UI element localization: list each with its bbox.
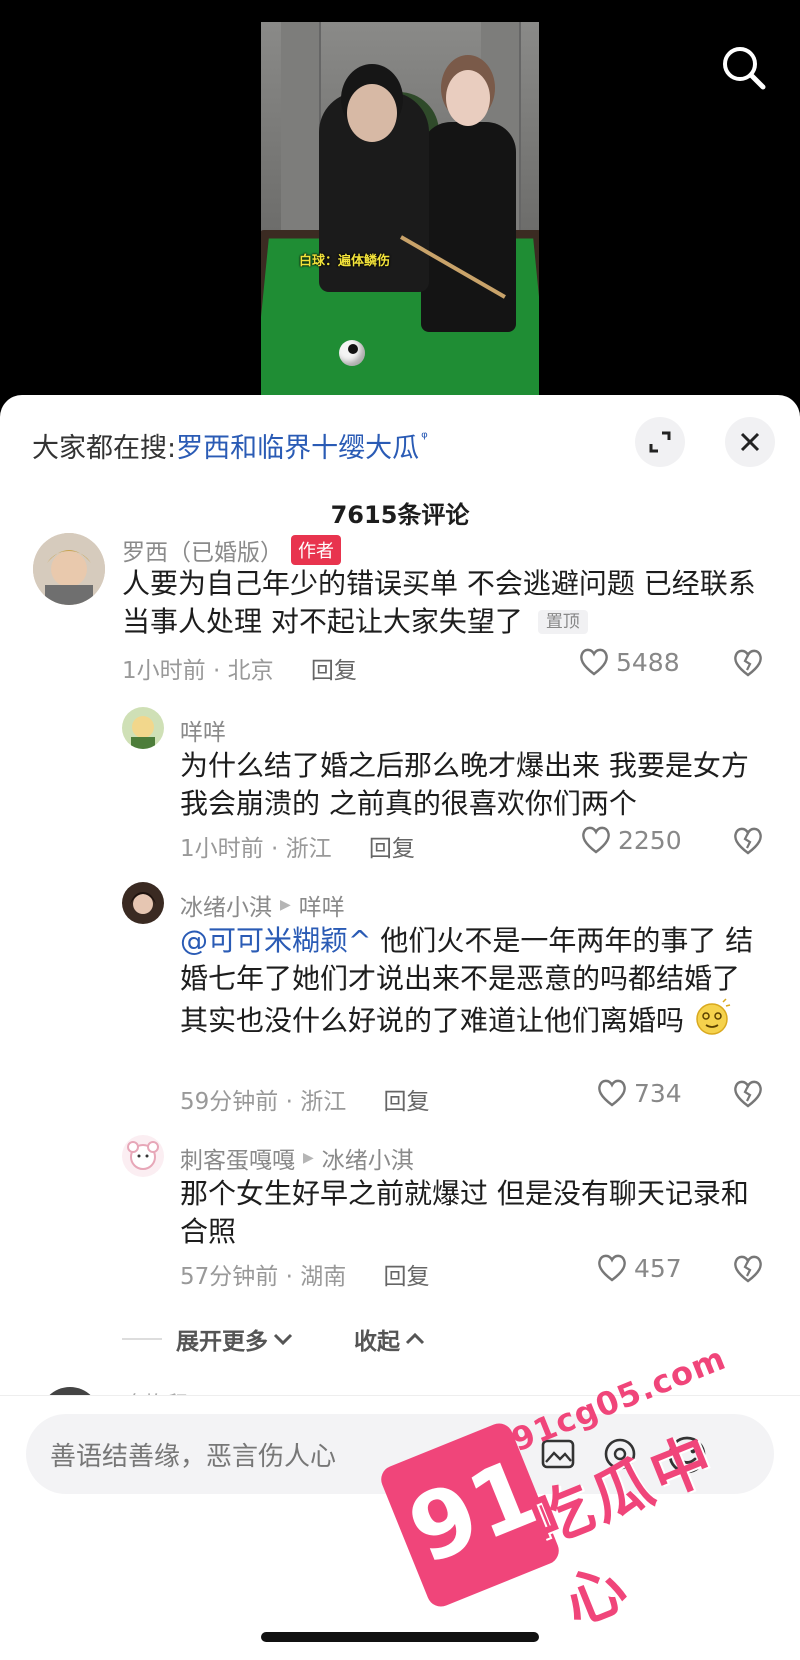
- avatar[interactable]: [33, 533, 105, 605]
- author-badge: 作者: [291, 535, 341, 565]
- heart-icon: [580, 648, 608, 676]
- dislike-icon[interactable]: [732, 1254, 764, 1288]
- like-count: 2250: [618, 825, 682, 855]
- username-text: 冰绪小淇: [180, 895, 272, 921]
- comment-meta: 1小时前 · 浙江 回复: [180, 829, 415, 863]
- heart-icon: [598, 1254, 626, 1282]
- dizzy-face-emoji-icon: [693, 998, 731, 1046]
- comment-input[interactable]: 善语结善缘，恶言伤人心: [26, 1414, 774, 1494]
- comment-meta: 1小时前 · 北京 回复: [122, 651, 357, 685]
- reply-button[interactable]: 回复: [369, 836, 415, 862]
- reply-button[interactable]: 回复: [311, 658, 357, 684]
- comment-time-location: 1小时前 · 浙江: [180, 836, 332, 862]
- comment-time-location: 57分钟前 · 湖南: [180, 1264, 347, 1290]
- expand-icon[interactable]: [635, 417, 685, 467]
- heart-icon: [598, 1079, 626, 1107]
- comment-sheet: 大家都在搜: 罗西和临界十缨大瓜 ᵠ 7615条评论 罗西（已婚版） 作者 人要…: [0, 395, 800, 1660]
- video-person-head: [347, 84, 397, 142]
- comment-time-location: 59分钟前 · 浙江: [180, 1089, 347, 1115]
- at-mention-icon[interactable]: [600, 1434, 640, 1478]
- comment-username[interactable]: 刺客蛋嘎嘎 ▶ 冰绪小淇: [180, 1141, 414, 1175]
- like-button[interactable]: 457: [596, 1253, 682, 1283]
- video-person: [421, 122, 516, 332]
- collapse-label: 收起: [354, 1329, 400, 1355]
- like-count: 457: [634, 1253, 682, 1283]
- search-icon[interactable]: [716, 40, 772, 96]
- avatar[interactable]: [122, 707, 164, 749]
- comment-item: 罗西（已婚版） 作者 人要为自己年少的错误买单 不会逃避问题 已经联系当事人处理…: [0, 533, 800, 693]
- emoji-icon[interactable]: [666, 1434, 708, 1480]
- like-count: 5488: [616, 647, 680, 677]
- hot-search-prefix: 大家都在搜:: [32, 432, 177, 464]
- comment-input-bar: 善语结善缘，恶言伤人心: [0, 1395, 800, 1660]
- like-button[interactable]: 2250: [580, 825, 682, 855]
- reply-to-username[interactable]: 咩咩: [299, 888, 345, 922]
- comment-item: 刺客蛋嘎嘎 ▶ 冰绪小淇 那个女生好早之前就爆过 但是没有聊天记录和合照 57分…: [0, 1135, 800, 1295]
- comment-text: 为什么结了婚之后那么晚才爆出来 我要是女方我会崩溃的 之前真的很喜欢你们两个: [180, 749, 749, 820]
- comment-text: @可可米糊颖^ 他们火不是一年两年的事了 结婚七年了她们才说出来不是恶意的吗都结…: [180, 922, 760, 1046]
- comment-meta: 57分钟前 · 湖南 回复: [180, 1257, 430, 1291]
- reply-button[interactable]: 回复: [384, 1264, 430, 1290]
- search-mini-icon: ᵠ: [421, 427, 428, 447]
- heart-icon: [582, 826, 610, 854]
- reply-arrow-icon: ▶: [280, 897, 291, 913]
- chevron-down-icon: [273, 1333, 293, 1346]
- image-icon[interactable]: [538, 1434, 578, 1478]
- collapse-button[interactable]: 收起: [354, 1322, 426, 1356]
- comment-item: 冰绪小淇 ▶ 咩咩 @可可米糊颖^ 他们火不是一年两年的事了 结婚七年了她们才说…: [0, 882, 800, 1122]
- username-text: 咩咩: [180, 720, 226, 746]
- expand-more-label: 展开更多: [176, 1329, 268, 1355]
- reply-arrow-icon: ▶: [303, 1150, 314, 1166]
- video-decor: [281, 22, 321, 249]
- video-frame[interactable]: 白球：遍体鳞伤: [261, 22, 539, 400]
- home-indicator: [261, 1632, 539, 1642]
- close-icon[interactable]: [725, 417, 775, 467]
- cue-ball: [339, 340, 365, 366]
- chevron-up-icon: [405, 1332, 425, 1345]
- like-button[interactable]: 5488: [578, 647, 680, 677]
- comment-meta: 59分钟前 · 浙江 回复: [180, 1082, 430, 1116]
- expand-more-button[interactable]: 展开更多: [176, 1322, 294, 1356]
- username-text: 罗西（已婚版）: [122, 540, 283, 566]
- dislike-icon[interactable]: [732, 1079, 764, 1113]
- like-button[interactable]: 734: [596, 1078, 682, 1108]
- divider: [122, 1338, 162, 1340]
- comment-username[interactable]: 咩咩: [180, 713, 226, 747]
- avatar[interactable]: [122, 1135, 164, 1177]
- reply-button[interactable]: 回复: [384, 1089, 430, 1115]
- reply-to-username[interactable]: 冰绪小淇: [322, 1141, 414, 1175]
- comment-text: 那个女生好早之前就爆过 但是没有聊天记录和合照: [180, 1177, 749, 1248]
- dislike-icon[interactable]: [732, 648, 764, 682]
- comment-time-location: 1小时前 · 北京: [122, 658, 274, 684]
- thread-controls: 展开更多 收起: [122, 1322, 426, 1356]
- video-caption: 白球：遍体鳞伤: [299, 254, 391, 269]
- comment-username[interactable]: 冰绪小淇 ▶ 咩咩: [180, 888, 345, 922]
- comment-username[interactable]: 罗西（已婚版） 作者: [122, 533, 341, 567]
- like-count: 734: [634, 1078, 682, 1108]
- pinned-badge: 置顶: [537, 610, 588, 634]
- video-person-head: [446, 70, 490, 126]
- username-text: 刺客蛋嘎嘎: [180, 1148, 295, 1174]
- comment-body: 人要为自己年少的错误买单 不会逃避问题 已经联系当事人处理 对不起让大家失望了: [122, 567, 756, 638]
- input-placeholder: 善语结善缘，恶言伤人心: [50, 1442, 337, 1472]
- avatar[interactable]: [122, 882, 164, 924]
- comment-text: 人要为自己年少的错误买单 不会逃避问题 已经联系当事人处理 对不起让大家失望了 …: [122, 565, 772, 641]
- dislike-icon[interactable]: [732, 826, 764, 860]
- video-player[interactable]: 白球：遍体鳞伤: [0, 0, 800, 400]
- comment-count: 7615条评论: [330, 501, 470, 529]
- hot-search-row[interactable]: 大家都在搜: 罗西和临界十缨大瓜 ᵠ: [32, 425, 428, 465]
- mention-link[interactable]: @可可米糊颖^: [180, 924, 371, 957]
- comment-item: 咩咩 为什么结了婚之后那么晚才爆出来 我要是女方我会崩溃的 之前真的很喜欢你们两…: [0, 707, 800, 862]
- hot-search-link[interactable]: 罗西和临界十缨大瓜: [176, 426, 419, 465]
